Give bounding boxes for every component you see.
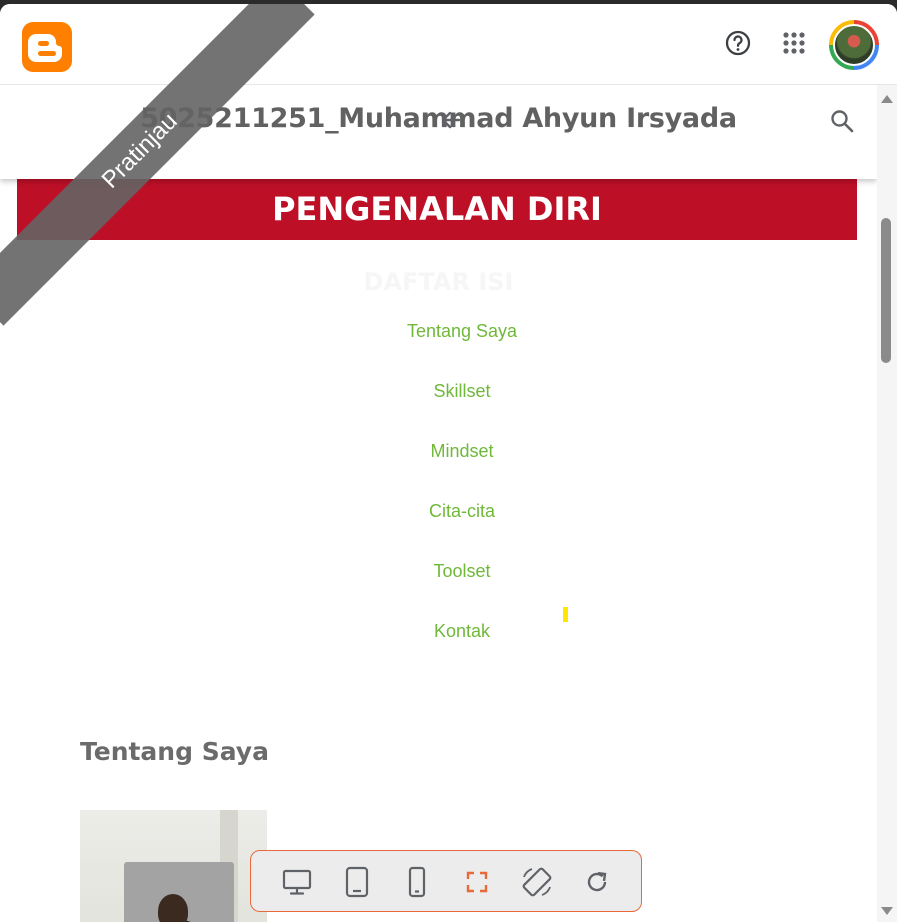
toc-link-kontak[interactable]: Kontak bbox=[380, 621, 544, 681]
scroll-thumb[interactable] bbox=[881, 218, 891, 363]
toc-link-mindset[interactable]: Mindset bbox=[380, 441, 544, 501]
scroll-down-arrow-icon[interactable] bbox=[881, 907, 893, 915]
toc-link-skillset[interactable]: Skillset bbox=[380, 381, 544, 441]
account-avatar[interactable] bbox=[829, 20, 879, 70]
rotate-icon[interactable] bbox=[520, 865, 554, 899]
tablet-icon[interactable] bbox=[340, 865, 374, 899]
back-arrow-icon[interactable] bbox=[437, 106, 465, 134]
table-of-contents: Tentang Saya Skillset Mindset Cita-cita … bbox=[380, 321, 544, 681]
blogger-preview-window: 5025211251_Muhammad Ahyun Irsyada PENGEN… bbox=[0, 4, 897, 922]
preview-scrollbar[interactable] bbox=[877, 85, 897, 922]
search-icon[interactable] bbox=[828, 107, 856, 135]
text-cursor-marker bbox=[563, 607, 568, 622]
toc-link-toolset[interactable]: Toolset bbox=[380, 561, 544, 621]
toc-title: DAFTAR ISI bbox=[363, 268, 514, 296]
phone-icon[interactable] bbox=[400, 865, 434, 899]
pengenalan-banner: PENGENALAN DIRI bbox=[17, 177, 857, 240]
section-heading-tentang-saya: Tentang Saya bbox=[80, 737, 269, 766]
profile-photo bbox=[80, 810, 267, 922]
blogger-logo-icon[interactable] bbox=[22, 22, 72, 72]
scroll-up-arrow-icon[interactable] bbox=[881, 95, 893, 103]
blog-preview-area: 5025211251_Muhammad Ahyun Irsyada PENGEN… bbox=[0, 85, 877, 922]
toc-link-tentang-saya[interactable]: Tentang Saya bbox=[380, 321, 544, 381]
toc-link-cita-cita[interactable]: Cita-cita bbox=[380, 501, 544, 561]
fullscreen-icon[interactable] bbox=[460, 865, 494, 899]
refresh-icon[interactable] bbox=[580, 865, 614, 899]
help-circle-icon[interactable] bbox=[723, 28, 753, 58]
desktop-icon[interactable] bbox=[280, 865, 314, 899]
device-preview-toolbar bbox=[250, 850, 642, 912]
avatar-photo bbox=[833, 24, 875, 66]
photo-person-head bbox=[158, 894, 188, 922]
top-app-bar bbox=[0, 4, 897, 85]
apps-grid-icon[interactable] bbox=[779, 28, 809, 58]
